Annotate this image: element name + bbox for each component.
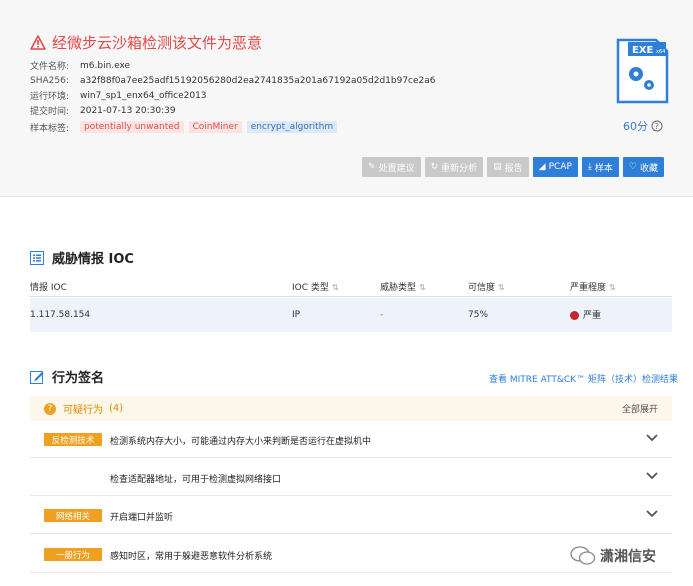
severity: 严重 xyxy=(570,308,601,321)
file-meta: 文件名称: m6.bin.exe SHA256: a32f88f0a7ee25adf… xyxy=(30,58,436,136)
heart-icon: ♡ xyxy=(628,162,637,172)
disposal-advice-button[interactable]: ✎ 处置建议 xyxy=(362,157,421,177)
reanalyze-button[interactable]: ↻ 重新分析 xyxy=(424,157,484,177)
svg-text:?: ? xyxy=(655,122,659,131)
behavior-text: 开启端口并监听 xyxy=(110,513,174,523)
behavior-row[interactable]: 反检测技术 检测系统内存大小，可能通过内存大小来判断是否运行在虚拟机中 xyxy=(30,421,672,458)
edit-icon xyxy=(30,370,44,384)
behavior-text: 检测系统内存大小，可能通过内存大小来判断是否运行在虚拟机中 xyxy=(110,437,372,447)
tag-potentially-unwanted[interactable]: potentially unwanted xyxy=(80,121,184,133)
help-icon[interactable]: ? xyxy=(651,120,663,132)
sort-icon: ⇅ xyxy=(331,283,339,292)
behavior-row[interactable]: 检查适配器地址，可用于检测虚拟网络接口 xyxy=(30,459,672,496)
col-ioc: 情报 IOC xyxy=(30,283,67,293)
tag-encrypt-algorithm[interactable]: encrypt_algorithm xyxy=(246,121,338,133)
suspicious-count: (4) xyxy=(109,403,124,414)
col-threat-type[interactable]: 威胁类型 ⇅ xyxy=(380,280,426,293)
report-button[interactable]: ▤ 报告 xyxy=(487,157,529,177)
ioc-value[interactable]: 1.117.58.154 xyxy=(30,310,90,320)
warning-icon xyxy=(30,35,46,50)
meta-key: 文件名称: xyxy=(30,62,70,72)
svg-text:EXE: EXE xyxy=(632,45,654,56)
report-icon: ▤ xyxy=(493,162,502,172)
verdict: 经微步云沙箱检测该文件为恶意 xyxy=(30,32,262,53)
behavior-row[interactable]: 网络相关 开启端口并监听 xyxy=(30,497,672,534)
threat-type: - xyxy=(380,310,384,320)
category-badge: 反检测技术 xyxy=(44,433,102,446)
suspicious-label: 可疑行为 xyxy=(63,405,103,416)
chevron-down-icon[interactable] xyxy=(646,434,658,442)
sample-download-button[interactable]: ⤓ 样本 xyxy=(581,157,619,177)
file-name: m6.bin.exe xyxy=(80,60,131,71)
sha256[interactable]: a32f88f0a7ee25adf15192056280d2ea2741835a… xyxy=(80,76,436,86)
sort-icon: ⇅ xyxy=(609,283,616,292)
tag-list: potentially unwanted CoinMiner encrypt_a… xyxy=(80,121,338,133)
meta-key: 提交时间: xyxy=(30,107,70,117)
favorite-button[interactable]: ♡ 收藏 xyxy=(622,157,664,177)
col-confidence[interactable]: 可信度 ⇅ xyxy=(468,280,505,293)
ioc-table-header: 情报 IOC IOC 类型 ⇅ 威胁类型 ⇅ 可信度 ⇅ 严重程度 ⇅ xyxy=(30,276,672,297)
svg-text:x64: x64 xyxy=(656,49,665,55)
refresh-icon: ↻ xyxy=(430,162,439,172)
category-badge: 一般行为 xyxy=(44,548,102,561)
verdict-text: 经微步云沙箱检测该文件为恶意 xyxy=(52,34,263,52)
download-icon: ⤓ xyxy=(587,162,592,172)
score: 60分 ? xyxy=(623,118,663,134)
tag-coinminer[interactable]: CoinMiner xyxy=(188,121,242,133)
chevron-down-icon[interactable] xyxy=(646,472,658,480)
tags-label: 样本标签: xyxy=(30,123,70,134)
behavior-text: 感知时区，常用于躲避恶意软件分析系统 xyxy=(110,552,273,562)
suspicious-group-header[interactable]: ? 可疑行为 (4) 全部展开 xyxy=(30,396,672,421)
mitre-link[interactable]: 查看 MITRE ATT&CK™ 矩阵（技术）检测结果 xyxy=(489,372,678,385)
col-ioc-type[interactable]: IOC 类型 ⇅ xyxy=(292,280,339,293)
summary-panel: 经微步云沙箱检测该文件为恶意 文件名称: m6.bin.exe SHA256: a3… xyxy=(0,0,693,197)
exe-file-icon: EXE x64 xyxy=(616,38,669,104)
chevron-down-icon[interactable] xyxy=(646,510,658,518)
table-row[interactable]: 1.117.58.154 IP - 75% 严重 xyxy=(30,298,672,332)
action-toolbar: ✎ 处置建议 ↻ 重新分析 ▤ 报告 ◢ PCAP ⤓ 样本 ♡ 收藏 xyxy=(362,157,664,177)
pcap-icon: ◢ xyxy=(538,162,546,172)
expand-all-button[interactable]: 全部展开 xyxy=(622,402,658,415)
submit-time: 2021-07-13 20:30:39 xyxy=(80,105,176,116)
environment: win7_sp1_enx64_office2013 xyxy=(80,90,207,101)
sort-icon: ⇅ xyxy=(419,283,426,292)
list-icon xyxy=(30,250,44,265)
watermark: 潇湘信安 xyxy=(570,546,656,566)
meta-key: 运行环境: xyxy=(30,92,70,102)
wechat-icon xyxy=(570,546,596,565)
question-icon: ? xyxy=(44,402,56,415)
advice-icon: ✎ xyxy=(368,162,376,172)
threat-intel-title: 威胁情报 IOC xyxy=(30,248,134,267)
meta-key: SHA256: xyxy=(30,75,69,86)
behavior-text: 检查适配器地址，可用于检测虚拟网络接口 xyxy=(110,475,282,485)
sort-icon: ⇅ xyxy=(498,283,505,292)
pcap-button[interactable]: ◢ PCAP xyxy=(532,157,578,177)
severity-icon xyxy=(570,311,579,320)
category-badge: 网络相关 xyxy=(44,509,102,522)
confidence: 75% xyxy=(468,310,489,320)
ioc-type: IP xyxy=(292,310,301,320)
behavior-title: 行为签名 xyxy=(30,367,104,386)
col-severity[interactable]: 严重程度 ⇅ xyxy=(570,280,616,293)
score-value: 60分 xyxy=(623,120,648,133)
